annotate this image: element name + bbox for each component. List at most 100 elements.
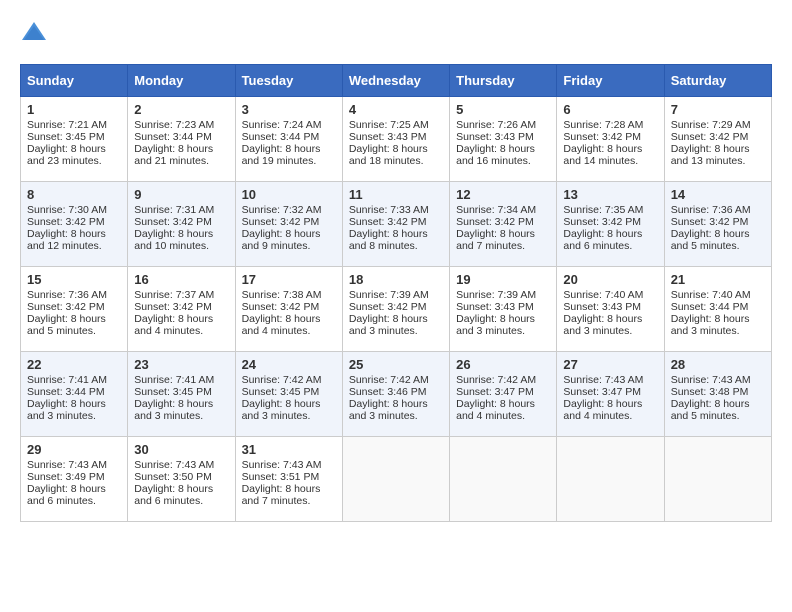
daylight-text: Daylight: 8 hours and 3 minutes. bbox=[134, 398, 228, 422]
sunset-text: Sunset: 3:42 PM bbox=[349, 216, 443, 228]
calendar-day-cell: 29Sunrise: 7:43 AMSunset: 3:49 PMDayligh… bbox=[21, 437, 128, 522]
sunrise-text: Sunrise: 7:41 AM bbox=[27, 374, 121, 386]
daylight-text: Daylight: 8 hours and 8 minutes. bbox=[349, 228, 443, 252]
calendar-header-cell: Saturday bbox=[664, 65, 771, 97]
sunset-text: Sunset: 3:45 PM bbox=[242, 386, 336, 398]
calendar-day-cell: 22Sunrise: 7:41 AMSunset: 3:44 PMDayligh… bbox=[21, 352, 128, 437]
day-number: 25 bbox=[349, 357, 443, 372]
calendar-day-cell: 6Sunrise: 7:28 AMSunset: 3:42 PMDaylight… bbox=[557, 97, 664, 182]
sunset-text: Sunset: 3:42 PM bbox=[349, 301, 443, 313]
daylight-text: Daylight: 8 hours and 7 minutes. bbox=[456, 228, 550, 252]
daylight-text: Daylight: 8 hours and 5 minutes. bbox=[27, 313, 121, 337]
header bbox=[20, 20, 772, 48]
day-number: 23 bbox=[134, 357, 228, 372]
day-number: 22 bbox=[27, 357, 121, 372]
day-number: 13 bbox=[563, 187, 657, 202]
day-number: 26 bbox=[456, 357, 550, 372]
daylight-text: Daylight: 8 hours and 19 minutes. bbox=[242, 143, 336, 167]
daylight-text: Daylight: 8 hours and 13 minutes. bbox=[671, 143, 765, 167]
sunrise-text: Sunrise: 7:29 AM bbox=[671, 119, 765, 131]
calendar-day-cell bbox=[450, 437, 557, 522]
sunrise-text: Sunrise: 7:43 AM bbox=[27, 459, 121, 471]
day-number: 7 bbox=[671, 102, 765, 117]
sunrise-text: Sunrise: 7:25 AM bbox=[349, 119, 443, 131]
day-number: 10 bbox=[242, 187, 336, 202]
calendar-day-cell bbox=[342, 437, 449, 522]
calendar-day-cell: 10Sunrise: 7:32 AMSunset: 3:42 PMDayligh… bbox=[235, 182, 342, 267]
daylight-text: Daylight: 8 hours and 6 minutes. bbox=[27, 483, 121, 507]
sunrise-text: Sunrise: 7:40 AM bbox=[563, 289, 657, 301]
sunset-text: Sunset: 3:42 PM bbox=[563, 216, 657, 228]
daylight-text: Daylight: 8 hours and 3 minutes. bbox=[242, 398, 336, 422]
sunset-text: Sunset: 3:43 PM bbox=[349, 131, 443, 143]
calendar-day-cell: 9Sunrise: 7:31 AMSunset: 3:42 PMDaylight… bbox=[128, 182, 235, 267]
logo bbox=[20, 20, 50, 48]
sunset-text: Sunset: 3:42 PM bbox=[242, 216, 336, 228]
sunrise-text: Sunrise: 7:32 AM bbox=[242, 204, 336, 216]
sunrise-text: Sunrise: 7:41 AM bbox=[134, 374, 228, 386]
calendar-day-cell: 3 Sunrise: 7:24 AMSunset: 3:44 PMDaylight… bbox=[235, 97, 342, 182]
daylight-text: Daylight: 8 hours and 5 minutes. bbox=[671, 228, 765, 252]
daylight-text: Daylight: 8 hours and 4 minutes. bbox=[242, 313, 336, 337]
calendar-header-cell: Tuesday bbox=[235, 65, 342, 97]
day-number: 14 bbox=[671, 187, 765, 202]
calendar-day-cell: 12Sunrise: 7:34 AMSunset: 3:42 PMDayligh… bbox=[450, 182, 557, 267]
sunrise-text: Sunrise: 7:33 AM bbox=[349, 204, 443, 216]
sunrise-text: Sunrise: 7:35 AM bbox=[563, 204, 657, 216]
calendar-day-cell: 15Sunrise: 7:36 AMSunset: 3:42 PMDayligh… bbox=[21, 267, 128, 352]
sunrise-text: Sunrise: 7:36 AM bbox=[671, 204, 765, 216]
calendar-header-row: SundayMondayTuesdayWednesdayThursdayFrid… bbox=[21, 65, 772, 97]
daylight-text: Daylight: 8 hours and 14 minutes. bbox=[563, 143, 657, 167]
calendar-table: SundayMondayTuesdayWednesdayThursdayFrid… bbox=[20, 64, 772, 522]
sunrise-text: Sunrise: 7:24 AM bbox=[242, 119, 336, 131]
sunset-text: Sunset: 3:47 PM bbox=[456, 386, 550, 398]
calendar-week-row: 8Sunrise: 7:30 AMSunset: 3:42 PMDaylight… bbox=[21, 182, 772, 267]
sunset-text: Sunset: 3:45 PM bbox=[134, 386, 228, 398]
sunset-text: Sunset: 3:42 PM bbox=[242, 301, 336, 313]
calendar-day-cell: 16Sunrise: 7:37 AMSunset: 3:42 PMDayligh… bbox=[128, 267, 235, 352]
sunset-text: Sunset: 3:51 PM bbox=[242, 471, 336, 483]
day-number: 16 bbox=[134, 272, 228, 287]
sunrise-text: Sunrise: 7:39 AM bbox=[456, 289, 550, 301]
sunrise-text: Sunrise: 7:43 AM bbox=[671, 374, 765, 386]
sunset-text: Sunset: 3:42 PM bbox=[27, 301, 121, 313]
calendar-day-cell: 11Sunrise: 7:33 AMSunset: 3:42 PMDayligh… bbox=[342, 182, 449, 267]
calendar-header-cell: Monday bbox=[128, 65, 235, 97]
logo-icon bbox=[20, 20, 48, 48]
calendar-day-cell: 26Sunrise: 7:42 AMSunset: 3:47 PMDayligh… bbox=[450, 352, 557, 437]
calendar-day-cell bbox=[557, 437, 664, 522]
sunrise-text: Sunrise: 7:38 AM bbox=[242, 289, 336, 301]
calendar-day-cell bbox=[664, 437, 771, 522]
sunrise-text: Sunrise: 7:31 AM bbox=[134, 204, 228, 216]
sunset-text: Sunset: 3:44 PM bbox=[242, 131, 336, 143]
calendar-week-row: 29Sunrise: 7:43 AMSunset: 3:49 PMDayligh… bbox=[21, 437, 772, 522]
sunrise-text: Sunrise: 7:43 AM bbox=[563, 374, 657, 386]
calendar-day-cell: 24Sunrise: 7:42 AMSunset: 3:45 PMDayligh… bbox=[235, 352, 342, 437]
calendar-day-cell: 4Sunrise: 7:25 AMSunset: 3:43 PMDaylight… bbox=[342, 97, 449, 182]
day-number: 3 bbox=[242, 102, 336, 117]
sunrise-text: Sunrise: 7:39 AM bbox=[349, 289, 443, 301]
sunrise-text: Sunrise: 7:21 AM bbox=[27, 119, 121, 131]
day-number: 2 bbox=[134, 102, 228, 117]
day-number: 29 bbox=[27, 442, 121, 457]
calendar-day-cell: 25Sunrise: 7:42 AMSunset: 3:46 PMDayligh… bbox=[342, 352, 449, 437]
daylight-text: Daylight: 8 hours and 6 minutes. bbox=[134, 483, 228, 507]
sunrise-text: Sunrise: 7:26 AM bbox=[456, 119, 550, 131]
day-number: 27 bbox=[563, 357, 657, 372]
calendar-header-cell: Sunday bbox=[21, 65, 128, 97]
day-number: 12 bbox=[456, 187, 550, 202]
daylight-text: Daylight: 8 hours and 7 minutes. bbox=[242, 483, 336, 507]
daylight-text: Daylight: 8 hours and 21 minutes. bbox=[134, 143, 228, 167]
daylight-text: Daylight: 8 hours and 3 minutes. bbox=[671, 313, 765, 337]
daylight-text: Daylight: 8 hours and 16 minutes. bbox=[456, 143, 550, 167]
calendar-day-cell: 8Sunrise: 7:30 AMSunset: 3:42 PMDaylight… bbox=[21, 182, 128, 267]
sunset-text: Sunset: 3:42 PM bbox=[456, 216, 550, 228]
daylight-text: Daylight: 8 hours and 6 minutes. bbox=[563, 228, 657, 252]
calendar-week-row: 22Sunrise: 7:41 AMSunset: 3:44 PMDayligh… bbox=[21, 352, 772, 437]
sunset-text: Sunset: 3:45 PM bbox=[27, 131, 121, 143]
daylight-text: Daylight: 8 hours and 4 minutes. bbox=[456, 398, 550, 422]
day-number: 28 bbox=[671, 357, 765, 372]
sunrise-text: Sunrise: 7:43 AM bbox=[242, 459, 336, 471]
sunrise-text: Sunrise: 7:36 AM bbox=[27, 289, 121, 301]
daylight-text: Daylight: 8 hours and 4 minutes. bbox=[134, 313, 228, 337]
